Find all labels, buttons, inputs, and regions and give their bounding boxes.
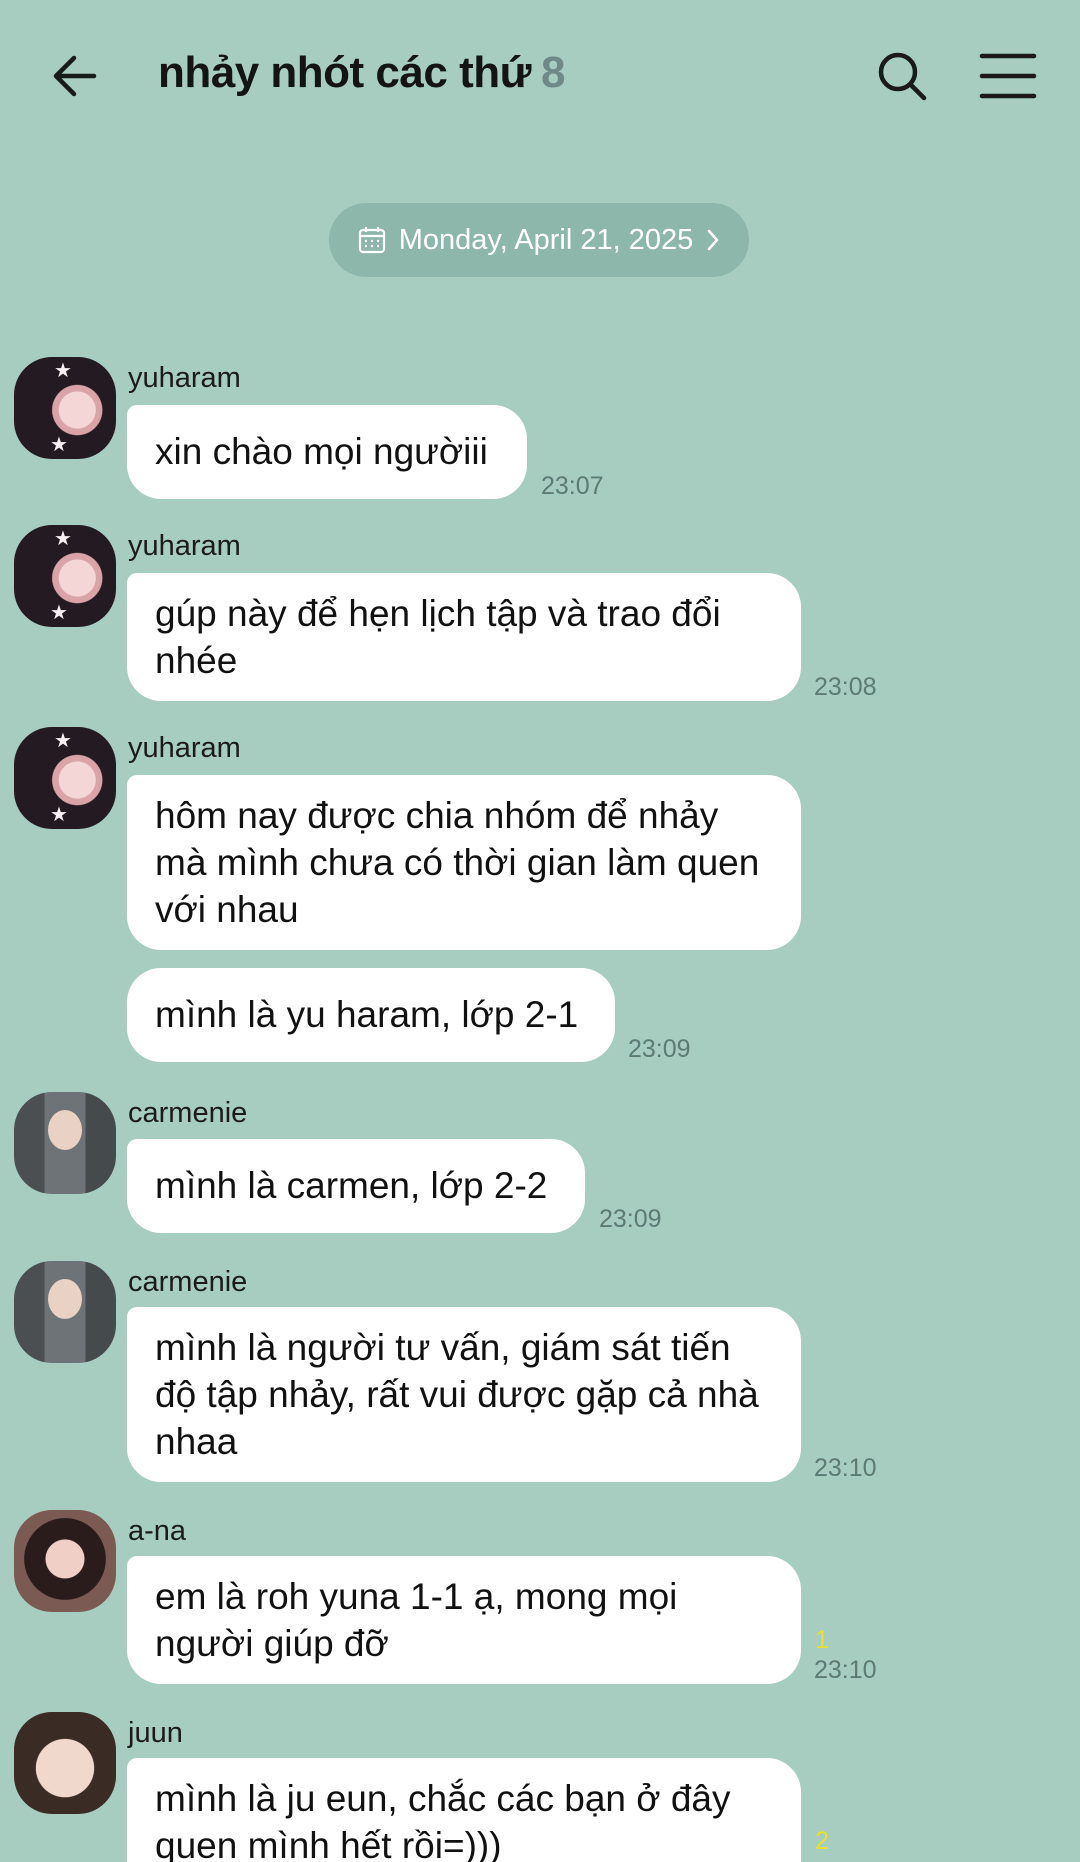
star-icon: ★ [54, 528, 72, 550]
search-button[interactable] [872, 46, 932, 106]
message-bubble[interactable]: xin chào mọi ngườiii [127, 405, 527, 499]
sender-name: carmenie [128, 1266, 248, 1298]
chat-title-text: nhảy nhót các thứ [158, 48, 531, 97]
message-time: 23:08 [814, 673, 877, 701]
sender-name: yuharam [128, 362, 241, 394]
avatar-juun[interactable] [14, 1712, 116, 1814]
sender-name: a-na [128, 1515, 187, 1547]
star-icon: ★ [54, 360, 72, 382]
calendar-icon [358, 227, 385, 254]
chat-title[interactable]: nhảy nhót các thứ 8 [158, 48, 565, 98]
message-text: mình là ju eun, chắc các bạn ở đây quen … [155, 1778, 731, 1862]
message-text: gúp này để hẹn lịch tập và trao đổi nhée [155, 593, 721, 681]
message-text: xin chào mọi ngườiii [155, 431, 488, 472]
avatar-yuharam[interactable]: ★ ★ [14, 525, 116, 627]
message-bubble[interactable]: mình là người tư vấn, giám sát tiến độ t… [127, 1307, 801, 1482]
star-icon: ★ [50, 602, 68, 624]
message-text: mình là người tư vấn, giám sát tiến độ t… [155, 1327, 759, 1462]
avatar-carmenie[interactable] [14, 1092, 116, 1194]
message-text: mình là yu haram, lớp 2-1 [155, 994, 579, 1035]
message-time: 23:10 [814, 1454, 877, 1482]
star-icon: ★ [54, 730, 72, 752]
star-icon: ★ [50, 804, 68, 826]
sender-name: carmenie [128, 1097, 248, 1129]
chat-header: nhảy nhót các thứ 8 [0, 0, 1080, 150]
message-bubble[interactable]: mình là carmen, lớp 2-2 [127, 1139, 585, 1233]
sender-name: yuharam [128, 732, 241, 764]
unread-count: 2 [815, 1827, 829, 1855]
chevron-right-icon [707, 229, 719, 251]
back-arrow-icon [53, 55, 97, 97]
message-bubble[interactable]: gúp này để hẹn lịch tập và trao đổi nhée [127, 573, 801, 701]
search-icon [878, 52, 927, 101]
message-time: 23:09 [628, 1035, 691, 1063]
member-count: 8 [540, 48, 565, 97]
message-time: 23:09 [599, 1205, 662, 1233]
message-text: em là roh yuna 1-1 ạ, mong mọi người giú… [155, 1576, 678, 1664]
message-time: 23:10 [814, 1656, 877, 1684]
date-divider-text: Monday, April 21, 2025 [398, 223, 694, 256]
message-time: 23:07 [541, 472, 604, 500]
sender-name: juun [128, 1717, 183, 1749]
date-divider[interactable]: Monday, April 21, 2025 [329, 203, 749, 277]
avatar-a-na[interactable] [14, 1510, 116, 1612]
message-text: hôm nay được chia nhóm để nhảy mà mình c… [155, 795, 760, 930]
menu-button[interactable] [976, 46, 1040, 106]
sender-name: yuharam [128, 530, 241, 562]
unread-count: 1 [815, 1626, 829, 1654]
message-bubble[interactable]: em là roh yuna 1-1 ạ, mong mọi người giú… [127, 1556, 801, 1684]
menu-icon [979, 53, 1037, 99]
avatar-yuharam[interactable]: ★ ★ [14, 727, 116, 829]
message-bubble[interactable]: hôm nay được chia nhóm để nhảy mà mình c… [127, 775, 801, 950]
star-icon: ★ [50, 434, 68, 456]
back-button[interactable] [48, 46, 108, 106]
avatar-yuharam[interactable]: ★ ★ [14, 357, 116, 459]
avatar-carmenie[interactable] [14, 1261, 116, 1363]
message-text: mình là carmen, lớp 2-2 [155, 1165, 548, 1206]
message-bubble[interactable]: mình là ju eun, chắc các bạn ở đây quen … [127, 1758, 801, 1862]
message-bubble[interactable]: mình là yu haram, lớp 2-1 [127, 968, 615, 1062]
